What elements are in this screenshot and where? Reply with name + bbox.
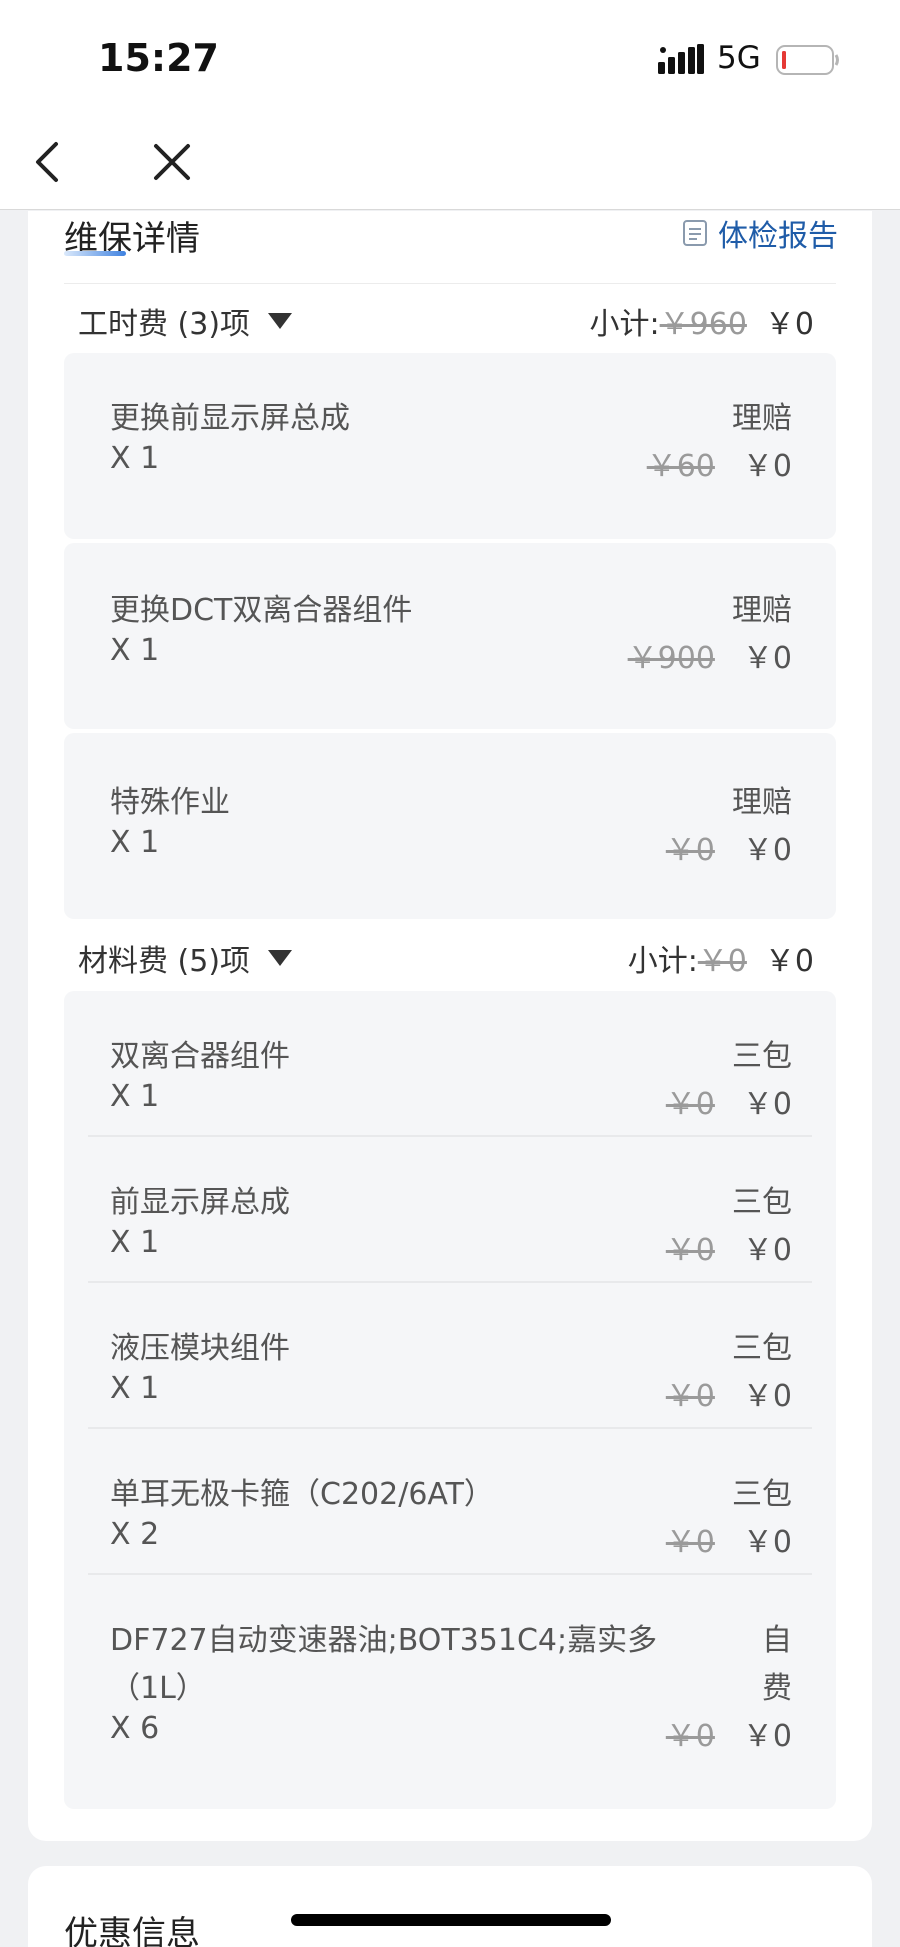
report-link-label: 体检报告 <box>718 219 838 254</box>
item-name: 特殊作业 <box>110 785 230 820</box>
item-original-price: ￥0 <box>665 1379 715 1414</box>
materials-list: 双离合器组件 三包 X 1 ￥0 ￥0 前显示屏总成 三包 X 1 ￥0 ￥0 液压… <box>64 991 836 1809</box>
title-divider <box>64 283 836 284</box>
caret-down-icon <box>268 950 293 966</box>
item-qty: X 1 <box>110 441 160 476</box>
status-time: 15:27 <box>98 36 219 80</box>
item-price: ￥0 ￥0 <box>666 1079 792 1123</box>
item-original-price: ￥0 <box>665 1087 715 1122</box>
item-name: 双离合器组件 <box>110 1039 290 1074</box>
item-tag: 三包 <box>732 1185 792 1220</box>
signal-icon <box>658 44 704 74</box>
caret-down-icon <box>268 313 293 329</box>
item-original-price: ￥900 <box>627 641 715 676</box>
inspection-report-link[interactable]: 体检报告 <box>682 211 838 255</box>
materials-section-header: 材料费 (5)项 小计:￥0 ￥0 <box>64 928 836 988</box>
item-final-price: ￥0 <box>742 641 792 676</box>
item-qty: X 1 <box>110 1225 160 1260</box>
item-tag: 自 <box>762 1623 792 1658</box>
item-final-price: ￥0 <box>742 1379 792 1414</box>
item-tag: 理赔 <box>732 785 792 820</box>
document-icon <box>683 220 707 246</box>
labor-subtotal: 小计:￥960 ￥0 <box>590 299 814 343</box>
item-name: 单耳无极卡箍（C202/6AT） <box>110 1477 494 1512</box>
item-name: 更换前显示屏总成 <box>110 401 350 436</box>
item-final-price: ￥0 <box>742 449 792 484</box>
item-qty: X 6 <box>110 1711 160 1746</box>
subtotal-label: 小计: <box>589 307 660 342</box>
discount-info-card: 优惠信息 <box>28 1866 872 1947</box>
item-qty: X 1 <box>110 825 160 860</box>
materials-section-toggle[interactable]: 材料费 (5)项 <box>78 936 293 980</box>
home-indicator <box>291 1914 611 1926</box>
labor-section-label: 工时费 (3)项 <box>78 307 251 342</box>
subtotal-final: ￥0 <box>764 944 814 979</box>
item-name: 更换DCT双离合器组件 <box>110 593 413 628</box>
subtotal-original: ￥0 <box>697 944 747 979</box>
materials-subtotal: 小计:￥0 ￥0 <box>628 936 814 980</box>
materials-section-label: 材料费 (5)项 <box>78 944 251 979</box>
item-qty: X 1 <box>110 1079 160 1114</box>
subtotal-final: ￥0 <box>764 307 814 342</box>
labor-item: 更换DCT双离合器组件 理赔 X 1 ￥900 ￥0 <box>64 543 836 729</box>
nav-bar <box>0 110 900 210</box>
item-name: 前显示屏总成 <box>110 1185 290 1220</box>
item-price: ￥0 ￥0 <box>666 1711 792 1755</box>
item-final-price: ￥0 <box>742 1087 792 1122</box>
item-original-price: ￥0 <box>665 1525 715 1560</box>
item-original-price: ￥60 <box>646 449 715 484</box>
network-label: 5G <box>717 40 761 76</box>
item-price: ￥60 ￥0 <box>647 441 792 485</box>
row-divider <box>88 1573 812 1575</box>
item-name: 液压模块组件 <box>110 1331 290 1366</box>
maintenance-details-card: 维保详情 体检报告 工时费 (3)项 小计:￥960 ￥0 更换前显示屏总成 理赔… <box>28 211 872 1841</box>
subtotal-label: 小计: <box>627 944 698 979</box>
row-divider <box>88 1427 812 1429</box>
item-price: ￥0 ￥0 <box>666 1371 792 1415</box>
labor-item: 更换前显示屏总成 理赔 X 1 ￥60 ￥0 <box>64 353 836 539</box>
back-icon[interactable] <box>28 138 68 186</box>
item-qty: X 1 <box>110 633 160 668</box>
item-final-price: ￥0 <box>742 1525 792 1560</box>
item-original-price: ￥0 <box>665 1233 715 1268</box>
item-name-continued: （1L） <box>110 1671 206 1706</box>
item-price: ￥0 ￥0 <box>666 1225 792 1269</box>
item-qty: X 2 <box>110 1517 160 1552</box>
item-price: ￥0 ￥0 <box>666 825 792 869</box>
labor-item: 特殊作业 理赔 X 1 ￥0 ￥0 <box>64 733 836 919</box>
item-final-price: ￥0 <box>742 1719 792 1754</box>
status-bar: 15:27 5G <box>0 0 900 110</box>
labor-section-toggle[interactable]: 工时费 (3)项 <box>78 299 293 343</box>
item-tag: 三包 <box>732 1039 792 1074</box>
discount-info-title: 优惠信息 <box>64 1914 200 1947</box>
item-name: DF727自动变速器油;BOT351C4;嘉实多 <box>110 1623 658 1658</box>
item-tag: 理赔 <box>732 401 792 436</box>
battery-icon <box>776 45 839 75</box>
title-underline <box>64 251 126 256</box>
item-price: ￥900 ￥0 <box>628 633 792 677</box>
item-original-price: ￥0 <box>665 1719 715 1754</box>
item-tag-continued: 费 <box>762 1671 792 1706</box>
item-tag: 理赔 <box>732 593 792 628</box>
item-qty: X 1 <box>110 1371 160 1406</box>
item-final-price: ￥0 <box>742 833 792 868</box>
item-original-price: ￥0 <box>665 833 715 868</box>
item-tag: 三包 <box>732 1477 792 1512</box>
close-icon[interactable] <box>148 138 196 186</box>
item-final-price: ￥0 <box>742 1233 792 1268</box>
item-tag: 三包 <box>732 1331 792 1366</box>
subtotal-original: ￥960 <box>659 307 747 342</box>
item-price: ￥0 ￥0 <box>666 1517 792 1561</box>
labor-section-header: 工时费 (3)项 小计:￥960 ￥0 <box>64 291 836 351</box>
row-divider <box>88 1281 812 1283</box>
row-divider <box>88 1135 812 1137</box>
